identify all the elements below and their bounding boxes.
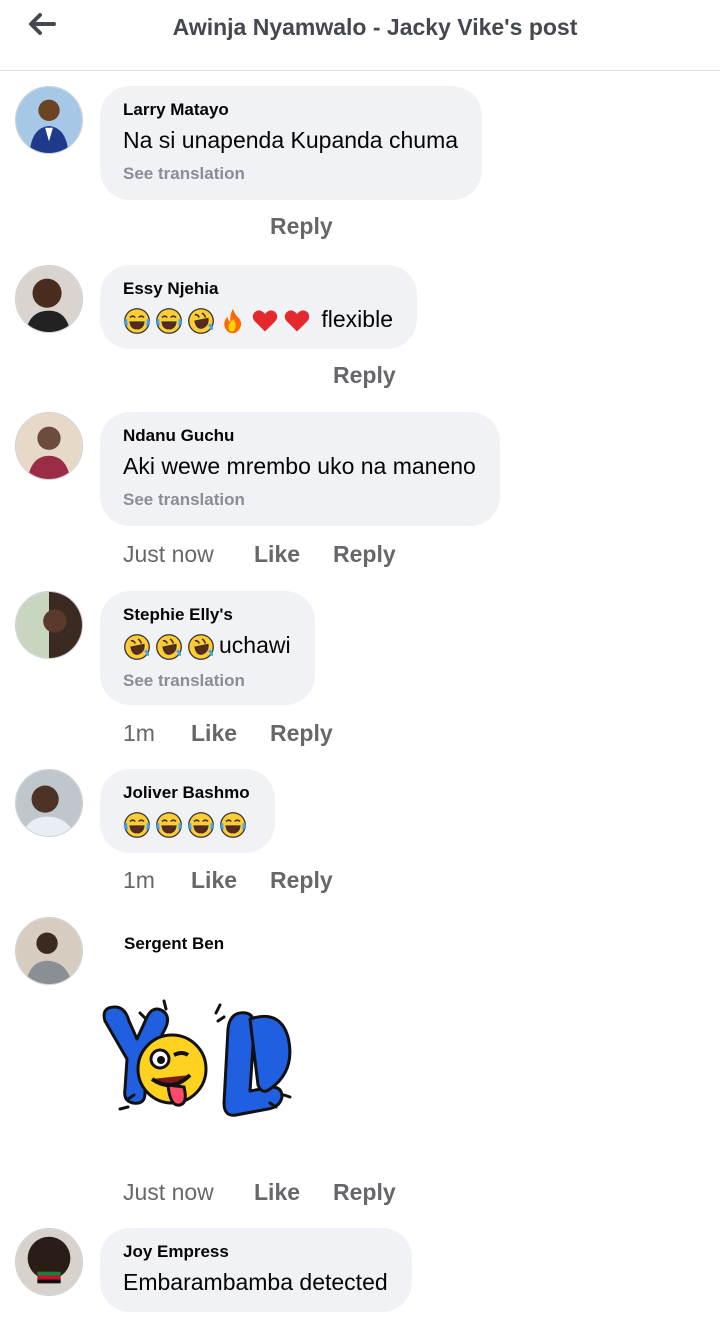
reply-button[interactable]: Reply [270, 867, 333, 894]
see-translation-link[interactable]: See translation [123, 490, 476, 510]
comment-text-line: flexible [123, 306, 393, 335]
laugh-cry-emoji-icon [123, 307, 151, 335]
fire-emoji-icon [219, 307, 247, 335]
laugh-cry-emoji-icon [219, 811, 247, 839]
comment-emoji-line [123, 810, 251, 839]
reply-button[interactable]: Reply [270, 720, 333, 747]
avatar[interactable] [15, 591, 83, 659]
see-translation-link[interactable]: See translation [123, 671, 291, 691]
comment-text: uchawi [219, 632, 291, 658]
rofl-emoji-icon [187, 633, 215, 661]
avatar[interactable] [15, 917, 83, 985]
comment-author[interactable]: Essy Njehia [123, 279, 393, 299]
see-translation-link[interactable]: See translation [123, 164, 458, 184]
comment-author[interactable]: Ndanu Guchu [123, 426, 476, 446]
comment-author[interactable]: Joy Empress [123, 1242, 388, 1262]
reply-button[interactable]: Reply [270, 213, 333, 240]
comment-bubble[interactable]: Larry Matayo Na si unapenda Kupanda chum… [100, 86, 483, 200]
rofl-emoji-icon [123, 633, 151, 661]
comment-author[interactable]: Stephie Elly's [123, 605, 291, 625]
avatar[interactable] [15, 1228, 83, 1296]
avatar[interactable] [15, 86, 83, 154]
page-title: Awinja Nyamwalo - Jacky Vike's post [172, 14, 578, 40]
comment-timestamp: Just now [123, 541, 214, 567]
comment-author[interactable]: Joliver Bashmo [123, 783, 251, 803]
heart-emoji-icon [251, 307, 279, 335]
comment-text-line: uchawi [123, 632, 291, 661]
comment-text: Aki wewe mrembo uko na maneno [123, 453, 476, 479]
like-button[interactable]: Like [254, 541, 300, 568]
comment-bubble[interactable]: Joliver Bashmo [100, 769, 275, 853]
heart-emoji-icon [283, 307, 311, 335]
comment-timestamp: 1m [123, 867, 155, 893]
comment-text: Na si unapenda Kupanda chuma [123, 127, 459, 153]
laugh-cry-emoji-icon [187, 811, 215, 839]
like-button[interactable]: Like [254, 1179, 300, 1206]
avatar[interactable] [15, 265, 83, 333]
comment-bubble[interactable]: Essy Njehia flexible [100, 265, 417, 349]
laugh-cry-emoji-icon [155, 307, 183, 335]
rofl-emoji-icon [187, 307, 215, 335]
comment-text: Embarambamba detected [123, 1269, 388, 1295]
comment-text: flexible [321, 306, 393, 332]
avatar[interactable] [15, 412, 83, 480]
laugh-cry-emoji-icon [123, 811, 151, 839]
yolo-sticker[interactable] [100, 999, 295, 1117]
top-bar: Awinja Nyamwalo - Jacky Vike's post [0, 0, 720, 71]
reply-button[interactable]: Reply [333, 362, 396, 389]
comment-bubble[interactable]: Stephie Elly's uchawi See translation [100, 591, 315, 705]
comment-author[interactable]: Sergent Ben [124, 934, 224, 954]
comment-timestamp: 1m [123, 720, 155, 746]
rofl-emoji-icon [155, 633, 183, 661]
avatar[interactable] [15, 769, 83, 837]
laugh-cry-emoji-icon [155, 811, 183, 839]
reply-button[interactable]: Reply [333, 1179, 396, 1206]
like-button[interactable]: Like [191, 720, 237, 747]
comment-bubble[interactable]: Joy Empress Embarambamba detected [100, 1228, 412, 1312]
comment-bubble[interactable]: Ndanu Guchu Aki wewe mrembo uko na manen… [100, 412, 500, 526]
comment-timestamp: Just now [123, 1179, 214, 1205]
like-button[interactable]: Like [191, 867, 237, 894]
comment-author[interactable]: Larry Matayo [123, 100, 458, 120]
reply-button[interactable]: Reply [333, 541, 396, 568]
